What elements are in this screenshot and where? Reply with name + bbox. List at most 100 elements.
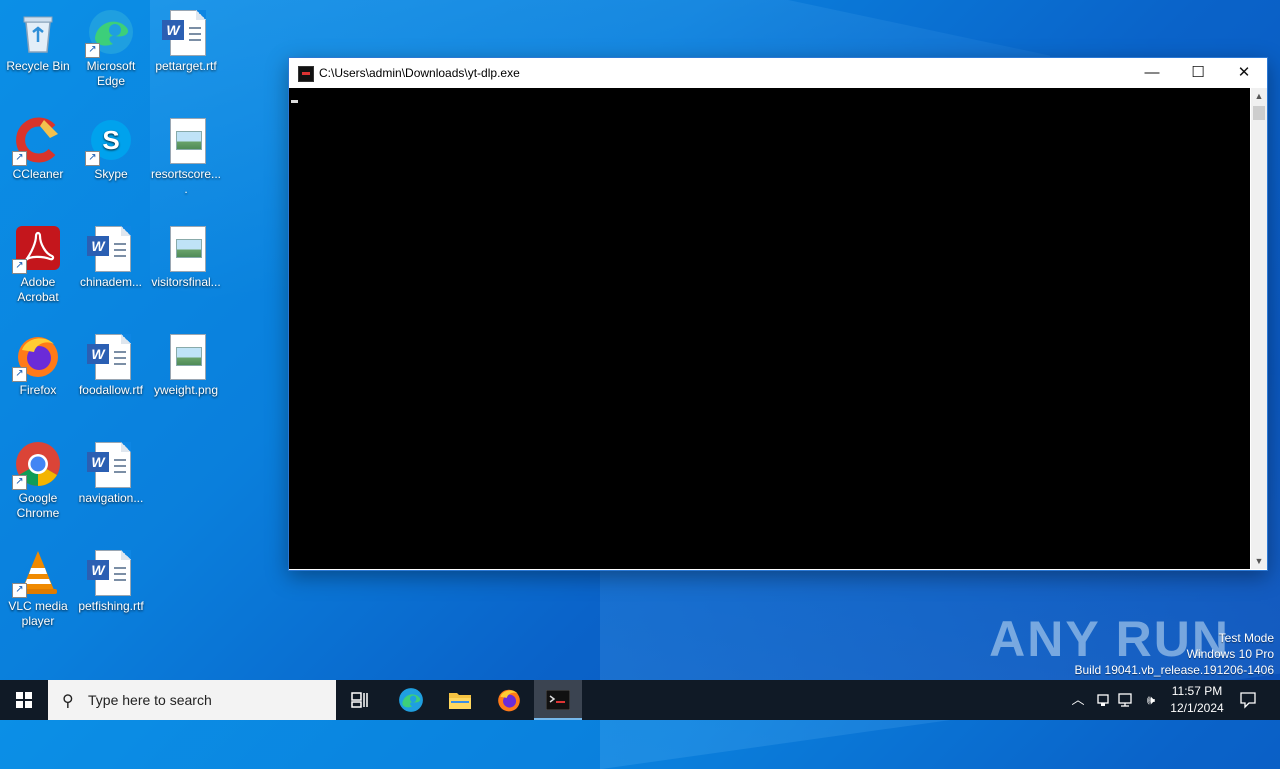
show-hidden-icons-button[interactable]: ︿ [1068, 680, 1088, 720]
vlc-cone-icon: ↗ [12, 548, 62, 598]
task-view-button[interactable] [336, 680, 384, 720]
clock-time: 11:57 PM [1171, 684, 1223, 698]
acrobat-icon: ↗ [12, 224, 62, 274]
scroll-up-icon[interactable]: ▲ [1251, 88, 1267, 104]
tray-volume-button[interactable]: 🕪 [1141, 680, 1161, 720]
device-icon [1097, 694, 1109, 706]
icon-label: Recycle Bin [6, 59, 70, 73]
start-button[interactable] [0, 680, 48, 720]
taskbar-file-explorer-button[interactable] [436, 680, 484, 720]
shortcut-arrow-icon: ↗ [12, 583, 27, 598]
recycle-bin-icon [14, 8, 62, 56]
taskbar-edge-button[interactable] [387, 680, 435, 720]
taskbar-search-box[interactable]: ⚲ Type here to search [48, 680, 336, 720]
scroll-thumb[interactable] [1253, 106, 1265, 120]
icon-label: Adobe Acrobat [17, 275, 59, 304]
icon-label: Microsoft Edge [86, 59, 136, 88]
word-document-icon: W [87, 224, 135, 272]
image-file-icon [162, 224, 210, 272]
desktop-icon-google-chrome[interactable]: ↗ Google Chrome [0, 440, 76, 521]
console-app-icon [298, 66, 314, 82]
icon-label: chinadem... [79, 275, 143, 289]
shortcut-arrow-icon: ↗ [12, 151, 27, 166]
text-cursor [291, 100, 298, 103]
icon-label: VLC media player [8, 599, 68, 628]
word-document-icon: W [87, 332, 135, 380]
desktop-icon-recycle-bin[interactable]: Recycle Bin [0, 8, 76, 74]
speaker-icon: 🕪 [1146, 692, 1156, 707]
action-center-button[interactable] [1234, 680, 1262, 725]
chrome-icon: ↗ [12, 440, 62, 490]
system-info: Test Mode Windows 10 Pro Build 19041.vb_… [1075, 630, 1275, 678]
minimize-button[interactable]: — [1129, 58, 1175, 88]
icon-label: CCleaner [12, 167, 64, 181]
image-file-icon [162, 116, 210, 164]
window-title: C:\Users\admin\Downloads\yt-dlp.exe [319, 66, 520, 80]
image-file-icon [162, 332, 210, 380]
taskbar: ⚲ Type here to search ︿ 🕪 11:57 PM 12/1/… [0, 680, 1280, 720]
desktop-icon-visitorsfinal[interactable]: visitorsfinal... [148, 224, 224, 290]
icon-label: foodallow.rtf [78, 383, 144, 397]
edge-icon [399, 688, 423, 712]
firefox-icon [498, 689, 520, 712]
taskbar-clock[interactable]: 11:57 PM 12/1/2024 [1162, 683, 1232, 717]
vertical-scrollbar[interactable]: ▲ ▼ [1251, 88, 1267, 569]
desktop-icon-skype[interactable]: S ↗ Skype [73, 116, 149, 182]
console-app-icon [545, 689, 571, 711]
build-text: Build 19041.vb_release.191206-1406 [1074, 663, 1275, 677]
desktop-icon-ccleaner[interactable]: ↗ CCleaner [0, 116, 76, 182]
icon-label: Google Chrome [16, 491, 60, 520]
icon-label: resortscore.... [150, 167, 222, 196]
skype-icon: S ↗ [85, 116, 135, 166]
ccleaner-icon: ↗ [12, 116, 62, 166]
icon-label: Skype [94, 167, 128, 181]
task-view-icon [351, 692, 368, 708]
shortcut-arrow-icon: ↗ [85, 151, 100, 166]
desktop-icon-firefox[interactable]: ↗ Firefox [0, 332, 76, 398]
word-document-icon: W [162, 8, 210, 56]
network-icon [1118, 693, 1132, 707]
word-document-icon: W [87, 440, 135, 488]
scroll-down-icon[interactable]: ▼ [1251, 553, 1267, 569]
shortcut-arrow-icon: ↗ [85, 43, 100, 58]
icon-label: Firefox [19, 383, 57, 397]
desktop-icon-chinadem[interactable]: W chinadem... [73, 224, 149, 290]
desktop-icon-petfishing[interactable]: W petfishing.rtf [73, 548, 149, 614]
search-placeholder: Type here to search [88, 692, 212, 708]
icon-label: yweight.png [153, 383, 219, 397]
clock-date: 12/1/2024 [1170, 701, 1224, 715]
desktop-icon-yweight[interactable]: yweight.png [148, 332, 224, 398]
shortcut-arrow-icon: ↗ [12, 259, 27, 274]
icon-label: visitorsfinal... [151, 275, 221, 289]
test-mode-text: Test Mode [1218, 631, 1274, 645]
chevron-up-icon: ︿ [1071, 692, 1085, 707]
desktop-icon-adobe-acrobat[interactable]: ↗ Adobe Acrobat [0, 224, 76, 305]
console-output-area[interactable] [289, 88, 1250, 569]
desktop-icon-vlc[interactable]: ↗ VLC media player [0, 548, 76, 629]
icon-label: petfishing.rtf [78, 599, 144, 613]
desktop-icon-foodallow[interactable]: W foodallow.rtf [73, 332, 149, 398]
desktop-icon-navigation[interactable]: W navigation... [73, 440, 149, 506]
firefox-icon: ↗ [12, 332, 62, 382]
icon-label: navigation... [78, 491, 144, 505]
os-edition-text: Windows 10 Pro [1186, 647, 1274, 661]
svg-text:S: S [102, 125, 119, 155]
taskbar-firefox-button[interactable] [485, 680, 533, 720]
window-titlebar[interactable]: C:\Users\admin\Downloads\yt-dlp.exe — ☐ … [289, 58, 1267, 88]
tray-device-icon[interactable] [1093, 680, 1113, 724]
notification-icon [1240, 692, 1256, 709]
folder-icon [449, 693, 471, 709]
search-icon: ⚲ [62, 693, 74, 710]
console-window[interactable]: C:\Users\admin\Downloads\yt-dlp.exe — ☐ … [288, 57, 1268, 571]
shortcut-arrow-icon: ↗ [12, 367, 27, 382]
desktop-icon-pettarget[interactable]: W pettarget.rtf [148, 8, 224, 74]
desktop-icon-edge[interactable]: ↗ Microsoft Edge [73, 8, 149, 89]
icon-label: pettarget.rtf [155, 59, 217, 73]
taskbar-console-button[interactable] [534, 680, 582, 720]
tray-network-button[interactable] [1117, 680, 1137, 724]
desktop-icon-resortscore[interactable]: resortscore.... [148, 116, 224, 197]
windows-logo-icon [16, 692, 32, 708]
close-button[interactable]: ✕ [1221, 58, 1267, 88]
maximize-button[interactable]: ☐ [1175, 58, 1221, 88]
edge-icon: ↗ [85, 8, 135, 58]
